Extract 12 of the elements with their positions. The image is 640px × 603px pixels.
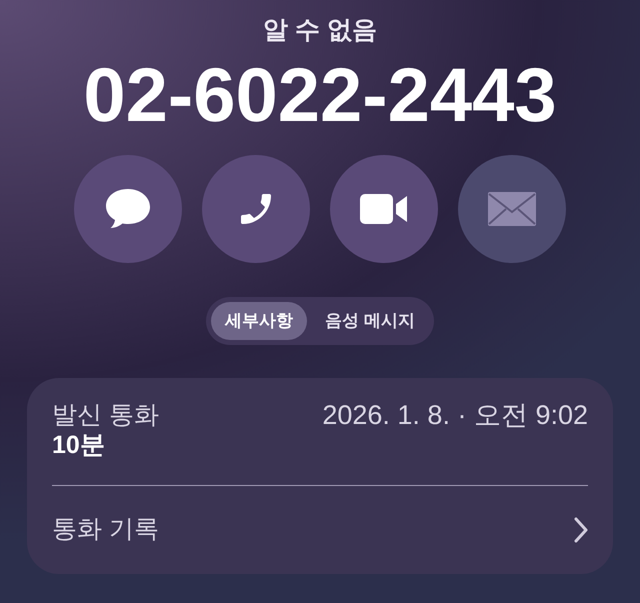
phone-number: 02-6022-2443 [83, 54, 557, 138]
segment-tab[interactable]: 세부사항 [211, 302, 308, 340]
video-camera-icon [359, 192, 409, 226]
segment-tab[interactable]: 음성 메시지 [311, 302, 429, 340]
call-time: 2026. 1. 8. · 오전 9:02 [322, 400, 588, 430]
chevron-right-icon [574, 516, 588, 542]
call-type: 발신 통화 [52, 400, 159, 430]
call-history-link[interactable]: 통화 기록 [52, 486, 588, 574]
caller-name: 알 수 없음 [263, 15, 377, 46]
speech-bubble-icon [104, 186, 152, 230]
envelope-icon [487, 190, 537, 226]
call-duration: 10분 [52, 430, 106, 460]
